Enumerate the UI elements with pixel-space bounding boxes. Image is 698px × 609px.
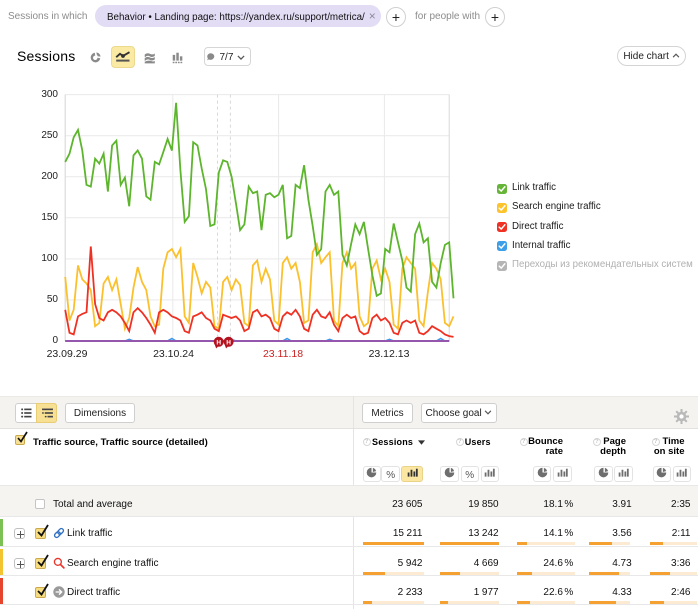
svg-text:H: H <box>216 339 221 346</box>
svg-text:H: H <box>226 339 231 346</box>
